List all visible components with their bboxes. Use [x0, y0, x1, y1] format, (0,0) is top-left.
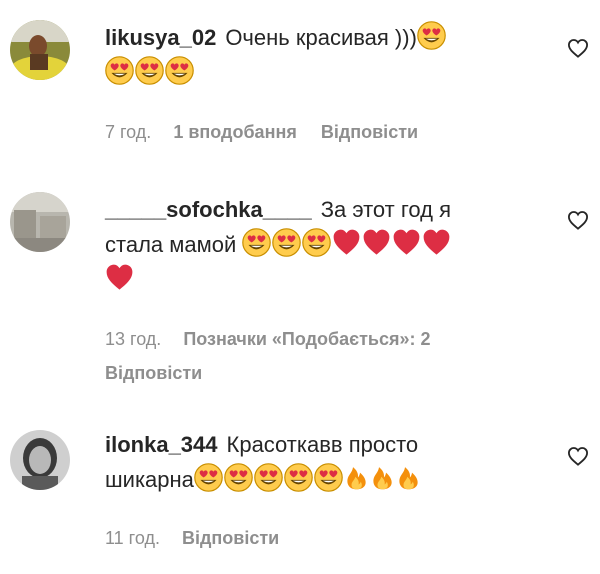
red-heart-emoji-icon	[332, 228, 361, 257]
heart-eyes-emoji-icon	[242, 228, 271, 257]
red-heart-emoji-icon	[105, 263, 134, 292]
heart-eyes-emoji-icon	[135, 56, 164, 85]
red-heart-emoji-icon	[362, 228, 391, 257]
reply-button[interactable]: Відповісти	[182, 528, 279, 548]
comment-text: ilonka_344 Красоткавв просто шикарна	[105, 427, 545, 497]
comment-text: _____sofochka____ За этот год я стала мам…	[105, 192, 545, 297]
red-heart-emoji-icon	[422, 228, 451, 257]
heart-eyes-emoji-icon	[224, 463, 253, 492]
heart-outline-icon[interactable]	[567, 210, 589, 230]
fire-emoji-icon	[344, 463, 369, 492]
username-link[interactable]: ilonka_344	[105, 432, 218, 457]
username-link[interactable]: _____sofochka____	[105, 197, 312, 222]
heart-outline-icon[interactable]	[567, 38, 589, 58]
avatar[interactable]	[10, 430, 70, 490]
heart-eyes-emoji-icon	[417, 21, 446, 50]
heart-outline-icon[interactable]	[567, 446, 589, 466]
heart-eyes-emoji-icon	[314, 463, 343, 492]
heart-eyes-emoji-icon	[254, 463, 283, 492]
heart-eyes-emoji-icon	[165, 56, 194, 85]
red-heart-emoji-icon	[392, 228, 421, 257]
comment-meta: 11 год. Відповісти	[105, 521, 545, 555]
comment-message-line2: стала мамой	[105, 232, 237, 257]
heart-eyes-emoji-icon	[105, 56, 134, 85]
avatar[interactable]	[10, 192, 70, 252]
comment-meta: 7 год. 1 вподобання Відповісти	[105, 115, 545, 149]
reply-button[interactable]: Відповісти	[321, 122, 418, 142]
comment-meta: 13 год. Позначки «Подобається»: 2 Відпові…	[105, 322, 545, 390]
comment-time[interactable]: 11 год.	[105, 528, 160, 548]
comment-message: Красоткавв просто	[226, 432, 419, 457]
heart-eyes-emoji-icon	[284, 463, 313, 492]
reply-button[interactable]: Відповісти	[105, 363, 202, 383]
heart-eyes-emoji-icon	[302, 228, 331, 257]
comment-message-line2: шикарна	[105, 467, 194, 492]
comment-message: Очень красивая )))	[225, 25, 417, 50]
fire-emoji-icon	[370, 463, 395, 492]
heart-eyes-emoji-icon	[194, 463, 223, 492]
username-link[interactable]: likusya_02	[105, 25, 216, 50]
likes-count-button[interactable]: 1 вподобання	[173, 122, 297, 142]
likes-count-button[interactable]: Позначки «Подобається»: 2	[183, 329, 430, 349]
comment-time[interactable]: 13 год.	[105, 329, 161, 349]
comment-text: likusya_02 Очень красивая )))	[105, 20, 545, 90]
comment-message: За этот год я	[320, 197, 452, 222]
heart-eyes-emoji-icon	[272, 228, 301, 257]
fire-emoji-icon	[396, 463, 421, 492]
comment-time[interactable]: 7 год.	[105, 122, 151, 142]
avatar[interactable]	[10, 20, 70, 80]
